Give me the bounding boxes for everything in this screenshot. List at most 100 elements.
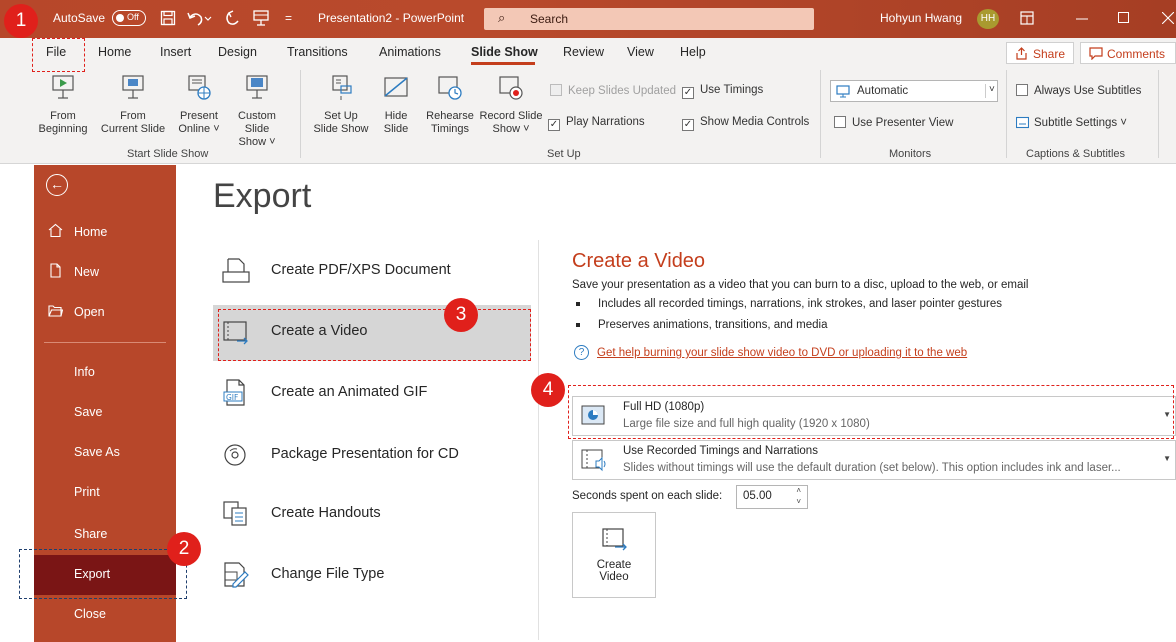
close-icon[interactable] bbox=[1162, 12, 1174, 24]
from-current-line1: From bbox=[120, 110, 146, 122]
always-use-subtitles-checkbox[interactable]: Always Use Subtitles bbox=[1016, 84, 1141, 97]
comments-button[interactable]: Comments bbox=[1080, 42, 1176, 64]
group-separator bbox=[820, 70, 821, 158]
record-slide-show-button[interactable]: Record Slide Show ˅ bbox=[478, 74, 544, 136]
play-from-start-icon bbox=[52, 75, 74, 99]
tab-home[interactable]: Home bbox=[98, 45, 131, 59]
sidebar-item-print[interactable]: Print bbox=[34, 473, 176, 513]
help-link[interactable]: Get help burning your slide show video t… bbox=[597, 347, 967, 359]
monitor-select[interactable]: Automatic ˅ bbox=[830, 80, 998, 102]
export-option-label: Create Handouts bbox=[271, 505, 381, 521]
handouts-icon bbox=[223, 501, 247, 526]
redo-icon[interactable] bbox=[224, 9, 242, 27]
callout-highlight-create-video bbox=[218, 309, 531, 361]
save-icon[interactable] bbox=[160, 10, 176, 26]
create-video-line2: Video bbox=[599, 571, 629, 583]
sidebar-item-label: New bbox=[74, 265, 100, 279]
hide-slide-line2: Slide bbox=[383, 123, 409, 135]
tab-transitions[interactable]: Transitions bbox=[287, 45, 348, 59]
tab-view[interactable]: View bbox=[627, 45, 654, 59]
tab-design[interactable]: Design bbox=[218, 45, 257, 59]
export-option-pdf-xps[interactable]: Create PDF/XPS Document bbox=[213, 244, 531, 300]
chevron-down-icon[interactable]: ˅ bbox=[796, 497, 801, 506]
presentation-start-icon[interactable] bbox=[252, 9, 270, 27]
callout-highlight-export bbox=[19, 549, 187, 599]
subtitle-settings-label: Subtitle Settings ˅ bbox=[1034, 117, 1128, 129]
cd-icon bbox=[224, 444, 246, 466]
search-box[interactable]: ⌕ Search bbox=[484, 8, 814, 30]
user-name[interactable]: Hohyun Hwang bbox=[880, 11, 962, 25]
show-media-controls-checkbox[interactable]: ✓ Show Media Controls bbox=[682, 116, 809, 131]
maximize-icon[interactable] bbox=[1118, 12, 1130, 24]
tab-slide-show[interactable]: Slide Show bbox=[471, 45, 538, 59]
pdf-document-icon bbox=[222, 258, 250, 283]
change-file-type-icon bbox=[224, 562, 249, 588]
active-tab-indicator bbox=[471, 62, 535, 65]
set-up-slide-show-icon bbox=[332, 75, 352, 100]
hide-slide-button[interactable]: Hide Slide bbox=[376, 74, 416, 136]
avatar[interactable]: HH bbox=[977, 9, 999, 29]
rehearse-timings-icon bbox=[438, 76, 462, 100]
back-arrow-icon[interactable]: ← bbox=[46, 174, 68, 196]
sidebar-item-label: Home bbox=[74, 225, 108, 239]
export-option-change-file-type[interactable]: Change File Type bbox=[213, 548, 531, 604]
use-presenter-view-checkbox[interactable]: Use Presenter View bbox=[834, 116, 953, 129]
timings-subtitle: Slides without timings will use the defa… bbox=[623, 462, 1121, 474]
use-timings-label: Use Timings bbox=[700, 84, 764, 96]
customize-toolbar-icon[interactable]: = bbox=[285, 11, 292, 25]
sidebar-item-save-as[interactable]: Save As bbox=[34, 433, 176, 473]
rehearse-timings-button[interactable]: Rehearse Timings bbox=[424, 74, 476, 136]
timings-dropdown[interactable]: Use Recorded Timings and Narrations Slid… bbox=[572, 440, 1176, 480]
tab-help[interactable]: Help bbox=[680, 45, 706, 59]
seconds-value: 05.00 bbox=[743, 490, 772, 502]
sidebar-item-close[interactable]: Close bbox=[34, 595, 176, 635]
sidebar-divider bbox=[44, 342, 166, 343]
tab-animations[interactable]: Animations bbox=[379, 45, 441, 59]
use-timings-checkbox[interactable]: ✓ Use Timings bbox=[682, 84, 763, 99]
rehearse-line2: Timings bbox=[430, 123, 470, 135]
subtitle-settings-button[interactable]: Subtitle Settings ˅ bbox=[1015, 116, 1128, 129]
checkmark-icon: ✓ bbox=[548, 119, 560, 131]
group-separator bbox=[1158, 70, 1159, 158]
undo-icon[interactable] bbox=[186, 9, 212, 27]
bullet-item: Includes all recorded timings, narration… bbox=[576, 298, 1002, 310]
chevron-down-icon[interactable]: ˅ bbox=[985, 84, 995, 98]
group-label-monitors: Monitors bbox=[889, 148, 932, 160]
sidebar-item-save[interactable]: Save bbox=[34, 393, 176, 433]
chevron-up-icon[interactable]: ˄ bbox=[796, 486, 801, 495]
present-online-line1: Present bbox=[180, 110, 218, 122]
rehearse-line1: Rehearse bbox=[426, 110, 474, 122]
tab-insert[interactable]: Insert bbox=[160, 45, 191, 59]
search-icon: ⌕ bbox=[498, 10, 506, 25]
export-option-handouts[interactable]: Create Handouts bbox=[213, 487, 531, 543]
sidebar-item-info[interactable]: Info bbox=[34, 353, 176, 393]
ribbon-display-options-icon[interactable] bbox=[1020, 11, 1034, 25]
from-beginning-button[interactable]: From Beginning bbox=[38, 74, 88, 136]
present-online-button[interactable]: Present Online ˅ bbox=[176, 74, 222, 136]
custom-slide-show-button[interactable]: Custom Slide Show ˅ bbox=[226, 74, 288, 149]
from-current-line2: Current Slide bbox=[100, 123, 166, 135]
checkmark-icon: ✓ bbox=[682, 87, 694, 99]
sidebar-item-label: Open bbox=[74, 305, 105, 319]
autosave-state: Off bbox=[127, 12, 139, 22]
autosave-toggle[interactable]: Off bbox=[112, 10, 146, 26]
page-title: Export bbox=[213, 177, 312, 215]
export-option-package-cd[interactable]: Package Presentation for CD bbox=[213, 428, 531, 484]
sidebar-item-open[interactable]: Open bbox=[34, 293, 176, 333]
create-video-button[interactable]: Create Video bbox=[572, 512, 656, 598]
export-option-animated-gif[interactable]: GIF Create an Animated GIF bbox=[213, 366, 531, 422]
callout-badge-2: 2 bbox=[167, 532, 201, 566]
set-up-slide-show-button[interactable]: Set Up Slide Show bbox=[312, 74, 370, 136]
from-current-slide-button[interactable]: From Current Slide bbox=[100, 74, 166, 136]
bullet-text: Includes all recorded timings, narration… bbox=[598, 298, 1002, 310]
share-button[interactable]: Share bbox=[1006, 42, 1074, 64]
minimize-icon[interactable] bbox=[1076, 18, 1088, 20]
sidebar-item-home[interactable]: Home bbox=[34, 213, 176, 253]
seconds-per-slide-stepper[interactable]: 05.00 ˄ ˅ bbox=[736, 485, 808, 509]
tab-review[interactable]: Review bbox=[563, 45, 604, 59]
play-narrations-checkbox[interactable]: ✓ Play Narrations bbox=[548, 116, 645, 131]
seconds-per-slide-label: Seconds spent on each slide: bbox=[572, 490, 723, 502]
subtitle-settings-icon bbox=[1015, 116, 1030, 129]
sidebar-item-new[interactable]: New bbox=[34, 253, 176, 293]
gif-icon-text: GIF bbox=[226, 393, 238, 402]
